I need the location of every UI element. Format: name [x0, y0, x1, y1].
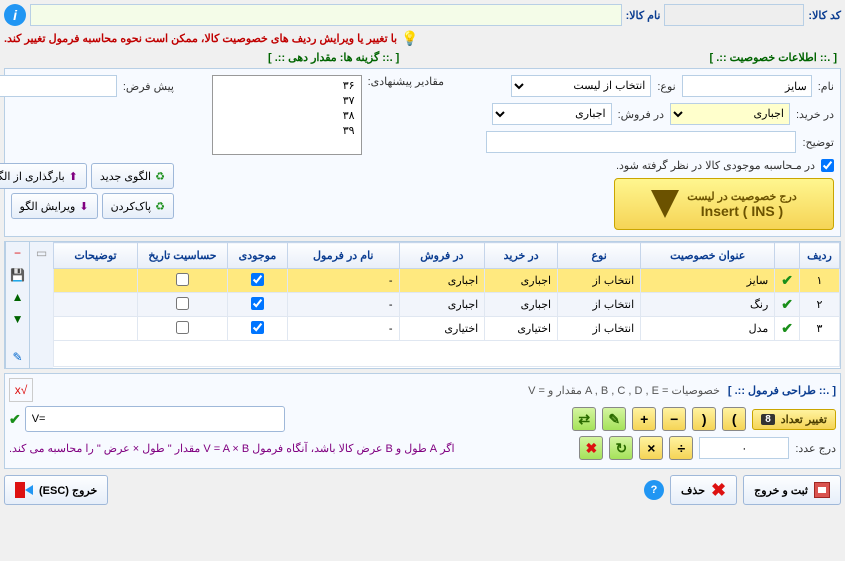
stock-checkbox[interactable]	[251, 273, 264, 286]
suggest-label: مقادیر پیشنهادی:	[368, 75, 444, 88]
divide-button[interactable]: ÷	[669, 436, 693, 460]
stock-checkbox[interactable]	[251, 297, 264, 310]
default-select[interactable]	[0, 75, 117, 97]
section-props-title: [ .:: اطلاعات خصوصیت ::. ]	[710, 51, 838, 64]
col-sell: در فروش	[399, 243, 485, 269]
type-field-label: نوع:	[657, 80, 675, 93]
edit-row-button[interactable]: ✎	[9, 348, 27, 366]
col-desc: توضیحات	[54, 243, 138, 269]
minus-button[interactable]: −	[662, 407, 686, 431]
check-icon: ✔	[781, 296, 793, 312]
num-insert-input[interactable]	[699, 437, 789, 459]
date-checkbox[interactable]	[176, 297, 189, 310]
col-row: ردیف	[800, 243, 840, 269]
table-row[interactable]: ۳ ✔ مدل انتخاب از اختیاری اختیاری -	[54, 317, 840, 341]
footer-bar: ثبت و خروج ✖ حذف ? خروج (ESC)	[4, 473, 841, 507]
move-down-button[interactable]: ▼	[9, 310, 27, 328]
grid-side-tools: ▭	[29, 242, 53, 368]
plus-button[interactable]: +	[632, 407, 656, 431]
remove-row-button[interactable]: −	[9, 244, 27, 262]
grid-side-tools-2: − 💾 ▲ ▼ ✎	[5, 242, 29, 368]
bulb-icon: 💡	[401, 30, 418, 47]
stock-calc-label: در مـحاسبه موجودی کالا در نظر گرفته شود.	[616, 159, 815, 172]
col-type: نوع	[558, 243, 641, 269]
upload-icon: ⬆	[69, 170, 78, 183]
change-count-button[interactable]: تغییر تعداد 8	[752, 409, 836, 430]
name-label: نام کالا:	[626, 9, 661, 22]
prop-name-input[interactable]	[682, 75, 812, 97]
scroll-handle-icon[interactable]: ▭	[33, 244, 51, 262]
multiply-button[interactable]: ×	[639, 436, 663, 460]
stock-calc-checkbox[interactable]	[821, 159, 834, 172]
new-pattern-button[interactable]: ♻الگوی جدید	[91, 163, 174, 189]
date-checkbox[interactable]	[176, 273, 189, 286]
recycle-icon: ♻	[155, 200, 165, 213]
paren-close-button[interactable]: )	[722, 407, 746, 431]
move-up-button[interactable]: ▲	[9, 288, 27, 306]
col-stock: موجودی	[227, 243, 287, 269]
property-panel: نام: نوع: انتخاب از لیست در خرید: اجباری…	[4, 68, 841, 237]
formula-title: [ .:: طراحی فرمول ::. ]	[728, 384, 836, 397]
exit-icon	[15, 482, 33, 498]
product-name-input[interactable]	[30, 4, 622, 26]
check-icon: ✔	[781, 320, 793, 336]
insert-property-button[interactable]: درج خصوصیت در لیست Insert ( INS )	[614, 178, 834, 230]
prop-desc-input[interactable]	[486, 131, 796, 153]
prop-buy-select[interactable]: اجباری	[670, 103, 790, 125]
stock-checkbox[interactable]	[251, 321, 264, 334]
col-buy: در خرید	[485, 243, 558, 269]
formula-check-icon[interactable]: ✔	[9, 411, 21, 428]
delete-button[interactable]: ✖ حذف	[670, 475, 737, 505]
col-formula: نام در فرمول	[287, 243, 399, 269]
property-grid: ردیف عنوان خصوصیت نوع در خرید در فروش نا…	[4, 241, 841, 369]
x-icon: ✖	[711, 480, 726, 501]
save-and-exit-button[interactable]: ثبت و خروج	[743, 475, 841, 505]
formula-delete-button[interactable]: ✖	[579, 436, 603, 460]
col-check	[775, 243, 800, 269]
formula-refresh-button[interactable]: ↻	[609, 436, 633, 460]
name-field-label: نام:	[818, 80, 834, 93]
formula-panel: [ .:: طراحی فرمول ::. ] V = مقدار و A , …	[4, 373, 841, 469]
desc-field-label: توضیح:	[802, 136, 834, 149]
formula-hint: V = مقدار و A , B , C , D , E = خصوصیات	[528, 384, 720, 397]
clear-button[interactable]: ♻پاک‌کردن	[102, 193, 174, 219]
table-row	[54, 341, 840, 367]
arrow-down-icon	[651, 190, 679, 218]
code-label: کد کالا:	[808, 9, 841, 22]
prop-type-select[interactable]: انتخاب از لیست	[511, 75, 651, 97]
formula-input[interactable]	[25, 406, 285, 432]
save-row-button[interactable]: 💾	[9, 266, 27, 284]
info-icon[interactable]: i	[4, 4, 26, 26]
sell-field-label: در فروش:	[618, 108, 664, 121]
recycle-icon: ♻	[155, 170, 165, 183]
exit-button[interactable]: خروج (ESC)	[4, 475, 108, 505]
warning-text: با تغییر یا ویرایش ردیف های خصوصیت کالا،…	[4, 32, 397, 45]
prop-sell-select[interactable]: اجباری	[492, 103, 612, 125]
load-pattern-button[interactable]: ⬆بارگذاری از الگو	[0, 163, 87, 189]
col-date: حساسیت تاریخ	[137, 243, 227, 269]
formula-example: اگر A طول و B عرض کالا باشد، آنگاه فرمول…	[9, 442, 455, 455]
buy-field-label: در خرید:	[796, 108, 834, 121]
section-opts-title: [ .:: گزینه ها: مقدار دهی ::. ]	[268, 51, 399, 64]
check-icon: ✔	[781, 272, 793, 288]
table-row[interactable]: ۱ ✔ سایز انتخاب از اجباری اجباری -	[54, 269, 840, 293]
suggest-listbox[interactable]: ۳۶ ۳۷ ۳۸ ۳۹	[212, 75, 362, 155]
formula-root-icon[interactable]: √x	[9, 378, 33, 402]
table-row[interactable]: ۲ ✔ رنگ انتخاب از اجباری اجباری -	[54, 293, 840, 317]
download-icon: ⬇	[79, 200, 88, 213]
col-title: عنوان خصوصیت	[641, 243, 775, 269]
date-checkbox[interactable]	[176, 321, 189, 334]
formula-sync-button[interactable]: ⇄	[572, 407, 596, 431]
product-code-input[interactable]	[664, 4, 804, 26]
edit-pattern-button[interactable]: ⬇ویرایش الگو	[11, 193, 98, 219]
formula-edit-button[interactable]: ✎	[602, 407, 626, 431]
num-insert-label: درج عدد:	[795, 442, 836, 455]
save-icon	[814, 482, 830, 498]
paren-open-button[interactable]: (	[692, 407, 716, 431]
help-icon[interactable]: ?	[644, 480, 664, 500]
default-label: پیش فرض:	[123, 80, 174, 93]
